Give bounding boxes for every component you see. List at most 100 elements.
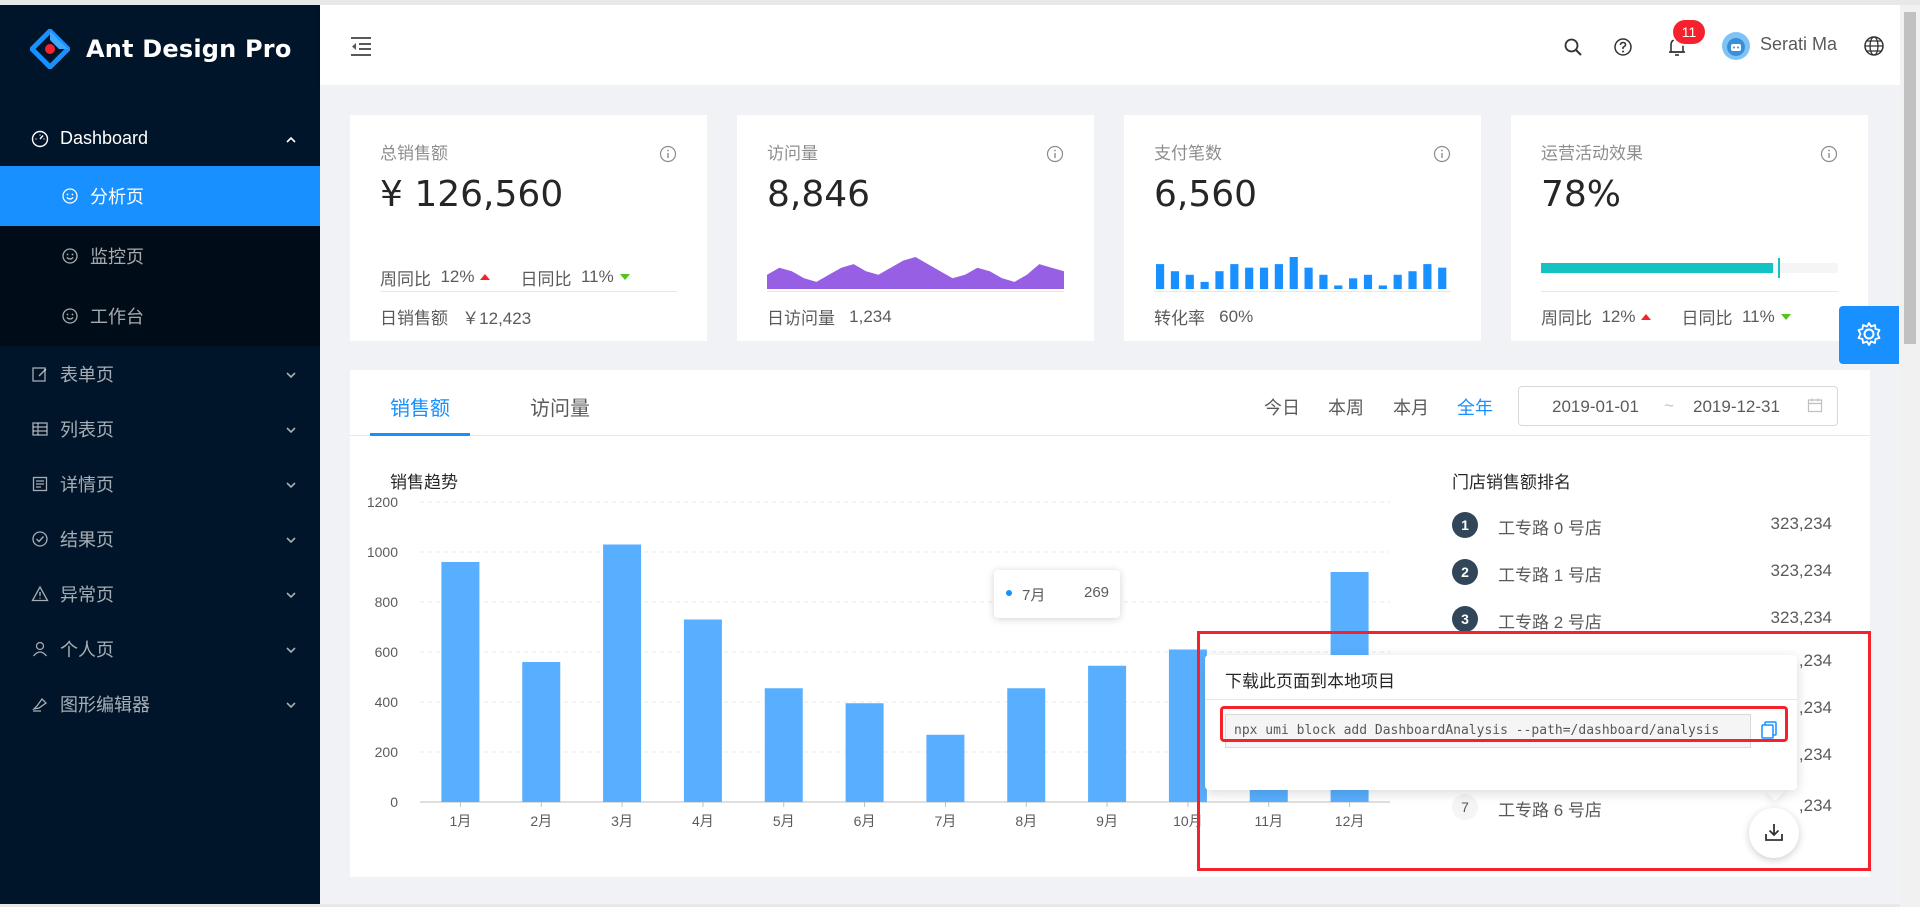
mini-bar-chart	[1156, 257, 1447, 289]
trend-label: 周同比	[380, 269, 431, 289]
rank-value: 323,234	[1770, 514, 1832, 533]
stat-footer: 日访问量 1,234	[767, 291, 1064, 341]
bar[interactable]	[683, 619, 722, 803]
rank-number: 7	[1452, 794, 1478, 820]
bar[interactable]	[1168, 649, 1207, 803]
menu-fold-icon[interactable]	[348, 33, 374, 59]
globe-icon[interactable]	[1862, 34, 1886, 58]
y-tick-label: 200	[375, 744, 399, 760]
mini-bar	[1408, 271, 1417, 289]
settings-drawer-button[interactable]	[1839, 306, 1899, 364]
stat-value: ¥ 126,560	[380, 174, 564, 215]
caret-up-icon	[1641, 313, 1652, 320]
mini-bar	[1363, 274, 1373, 289]
bar[interactable]	[1007, 688, 1046, 802]
warning-icon	[30, 584, 50, 604]
sidebar-item-label: 监控页	[90, 247, 144, 267]
bar[interactable]	[764, 688, 803, 802]
week-trend: 周同比 12%	[1541, 304, 1652, 329]
rank-value: 323,234	[1770, 608, 1832, 627]
sidebar-item-account[interactable]: 个人页	[0, 621, 320, 676]
sidebar-item-monitor[interactable]: 监控页	[0, 226, 320, 286]
range-year[interactable]: 全年	[1457, 394, 1493, 420]
x-tick-label: 10月	[1173, 813, 1203, 829]
footer-value: 60%	[1219, 306, 1254, 326]
table-icon	[30, 419, 50, 439]
search-icon[interactable]	[1561, 35, 1585, 59]
stat-label: 访问量	[767, 144, 818, 163]
copy-icon[interactable]	[1760, 720, 1780, 742]
bar[interactable]	[441, 562, 480, 802]
date-range-picker[interactable]: 2019-01-01 ~ 2019-12-31	[1518, 386, 1838, 426]
bar[interactable]	[1088, 665, 1127, 802]
rank-name: 工专路 0 号店	[1498, 519, 1602, 538]
date-start[interactable]: 2019-01-01	[1552, 397, 1639, 417]
sales-card: 销售额 访问量 今日 本周 本月 全年 2019-01-01 ~ 2019-12…	[350, 370, 1870, 877]
mini-bar	[1378, 285, 1387, 289]
chevron-down-icon	[284, 531, 298, 552]
mini-bar	[1185, 274, 1194, 289]
info-circle-icon[interactable]	[1433, 145, 1451, 166]
chevron-down-icon	[284, 421, 298, 442]
tab-sales[interactable]: 销售额	[390, 392, 450, 421]
sidebar-item-editor[interactable]: 图形编辑器	[0, 676, 320, 731]
info-circle-icon[interactable]	[1820, 145, 1838, 166]
gear-icon	[1855, 320, 1883, 351]
bar[interactable]	[926, 734, 965, 802]
notification-badge: 11	[1673, 20, 1705, 44]
bar[interactable]	[522, 662, 561, 802]
rank-value: 323,234	[1770, 561, 1832, 580]
y-tick-label: 1200	[367, 494, 398, 510]
x-tick-label: 3月	[611, 813, 633, 829]
stat-footer: 日销售额 ￥12,423	[380, 291, 677, 341]
y-tick-label: 800	[375, 594, 399, 610]
x-tick-label: 1月	[450, 813, 472, 829]
bar[interactable]	[845, 703, 884, 802]
stat-label: 支付笔数	[1154, 144, 1222, 163]
download-button[interactable]	[1749, 808, 1799, 858]
bar[interactable]	[603, 544, 642, 803]
mini-bar	[1170, 271, 1180, 289]
sidebar-item-label: 结果页	[60, 529, 114, 550]
sidebar-item-list[interactable]: 列表页	[0, 401, 320, 456]
chevron-down-icon	[284, 696, 298, 717]
sidebar-item-exception[interactable]: 异常页	[0, 566, 320, 621]
area-series	[767, 257, 1064, 289]
rank-number: 2	[1452, 559, 1478, 585]
smile-icon	[60, 246, 80, 266]
rank-number: 3	[1452, 606, 1478, 632]
chevron-down-icon	[284, 586, 298, 607]
range-week[interactable]: 本周	[1328, 394, 1364, 420]
sidebar-item-result[interactable]: 结果页	[0, 511, 320, 566]
tab-visits[interactable]: 访问量	[530, 392, 590, 421]
form-icon	[30, 364, 50, 384]
top-border	[0, 0, 1920, 5]
rank-value: ,234	[1798, 745, 1832, 764]
command-input[interactable]: npx umi block add DashboardAnalysis --pa…	[1225, 714, 1751, 748]
sidebar-item-workplace[interactable]: 工作台	[0, 286, 320, 346]
check-circle-icon	[30, 529, 50, 549]
avatar[interactable]	[1721, 31, 1751, 61]
stat-card-visits: 访问量 8,846 日访问量 1,234	[737, 115, 1094, 341]
username[interactable]: Serati Ma	[1760, 34, 1837, 55]
stat-card-ops: 运营活动效果 78% 周同比 12% 日同比 11%	[1511, 115, 1868, 341]
sidebar: Ant Design Pro Dashboard 分析页 监控页 工作台 表单页…	[0, 5, 320, 907]
sidebar-item-dashboard[interactable]: Dashboard	[0, 111, 320, 166]
mini-bar	[1423, 264, 1432, 289]
info-circle-icon[interactable]	[1046, 145, 1064, 166]
sidebar-item-profile[interactable]: 详情页	[0, 456, 320, 511]
sidebar-item-analysis[interactable]: 分析页	[0, 166, 320, 226]
range-today[interactable]: 今日	[1264, 394, 1300, 420]
info-circle-icon[interactable]	[659, 145, 677, 166]
date-end[interactable]: 2019-12-31	[1693, 397, 1780, 417]
sidebar-item-form[interactable]: 表单页	[0, 346, 320, 401]
rank-value: ,234	[1798, 698, 1832, 717]
mini-bar	[1319, 274, 1328, 289]
scrollbar-thumb[interactable]	[1904, 12, 1916, 344]
help-icon[interactable]	[1611, 35, 1635, 59]
trend-value: 11%	[580, 267, 614, 286]
brand[interactable]: Ant Design Pro	[0, 5, 320, 93]
mini-bar	[1230, 264, 1239, 289]
x-tick-label: 9月	[1096, 813, 1118, 829]
range-month[interactable]: 本月	[1393, 394, 1429, 420]
